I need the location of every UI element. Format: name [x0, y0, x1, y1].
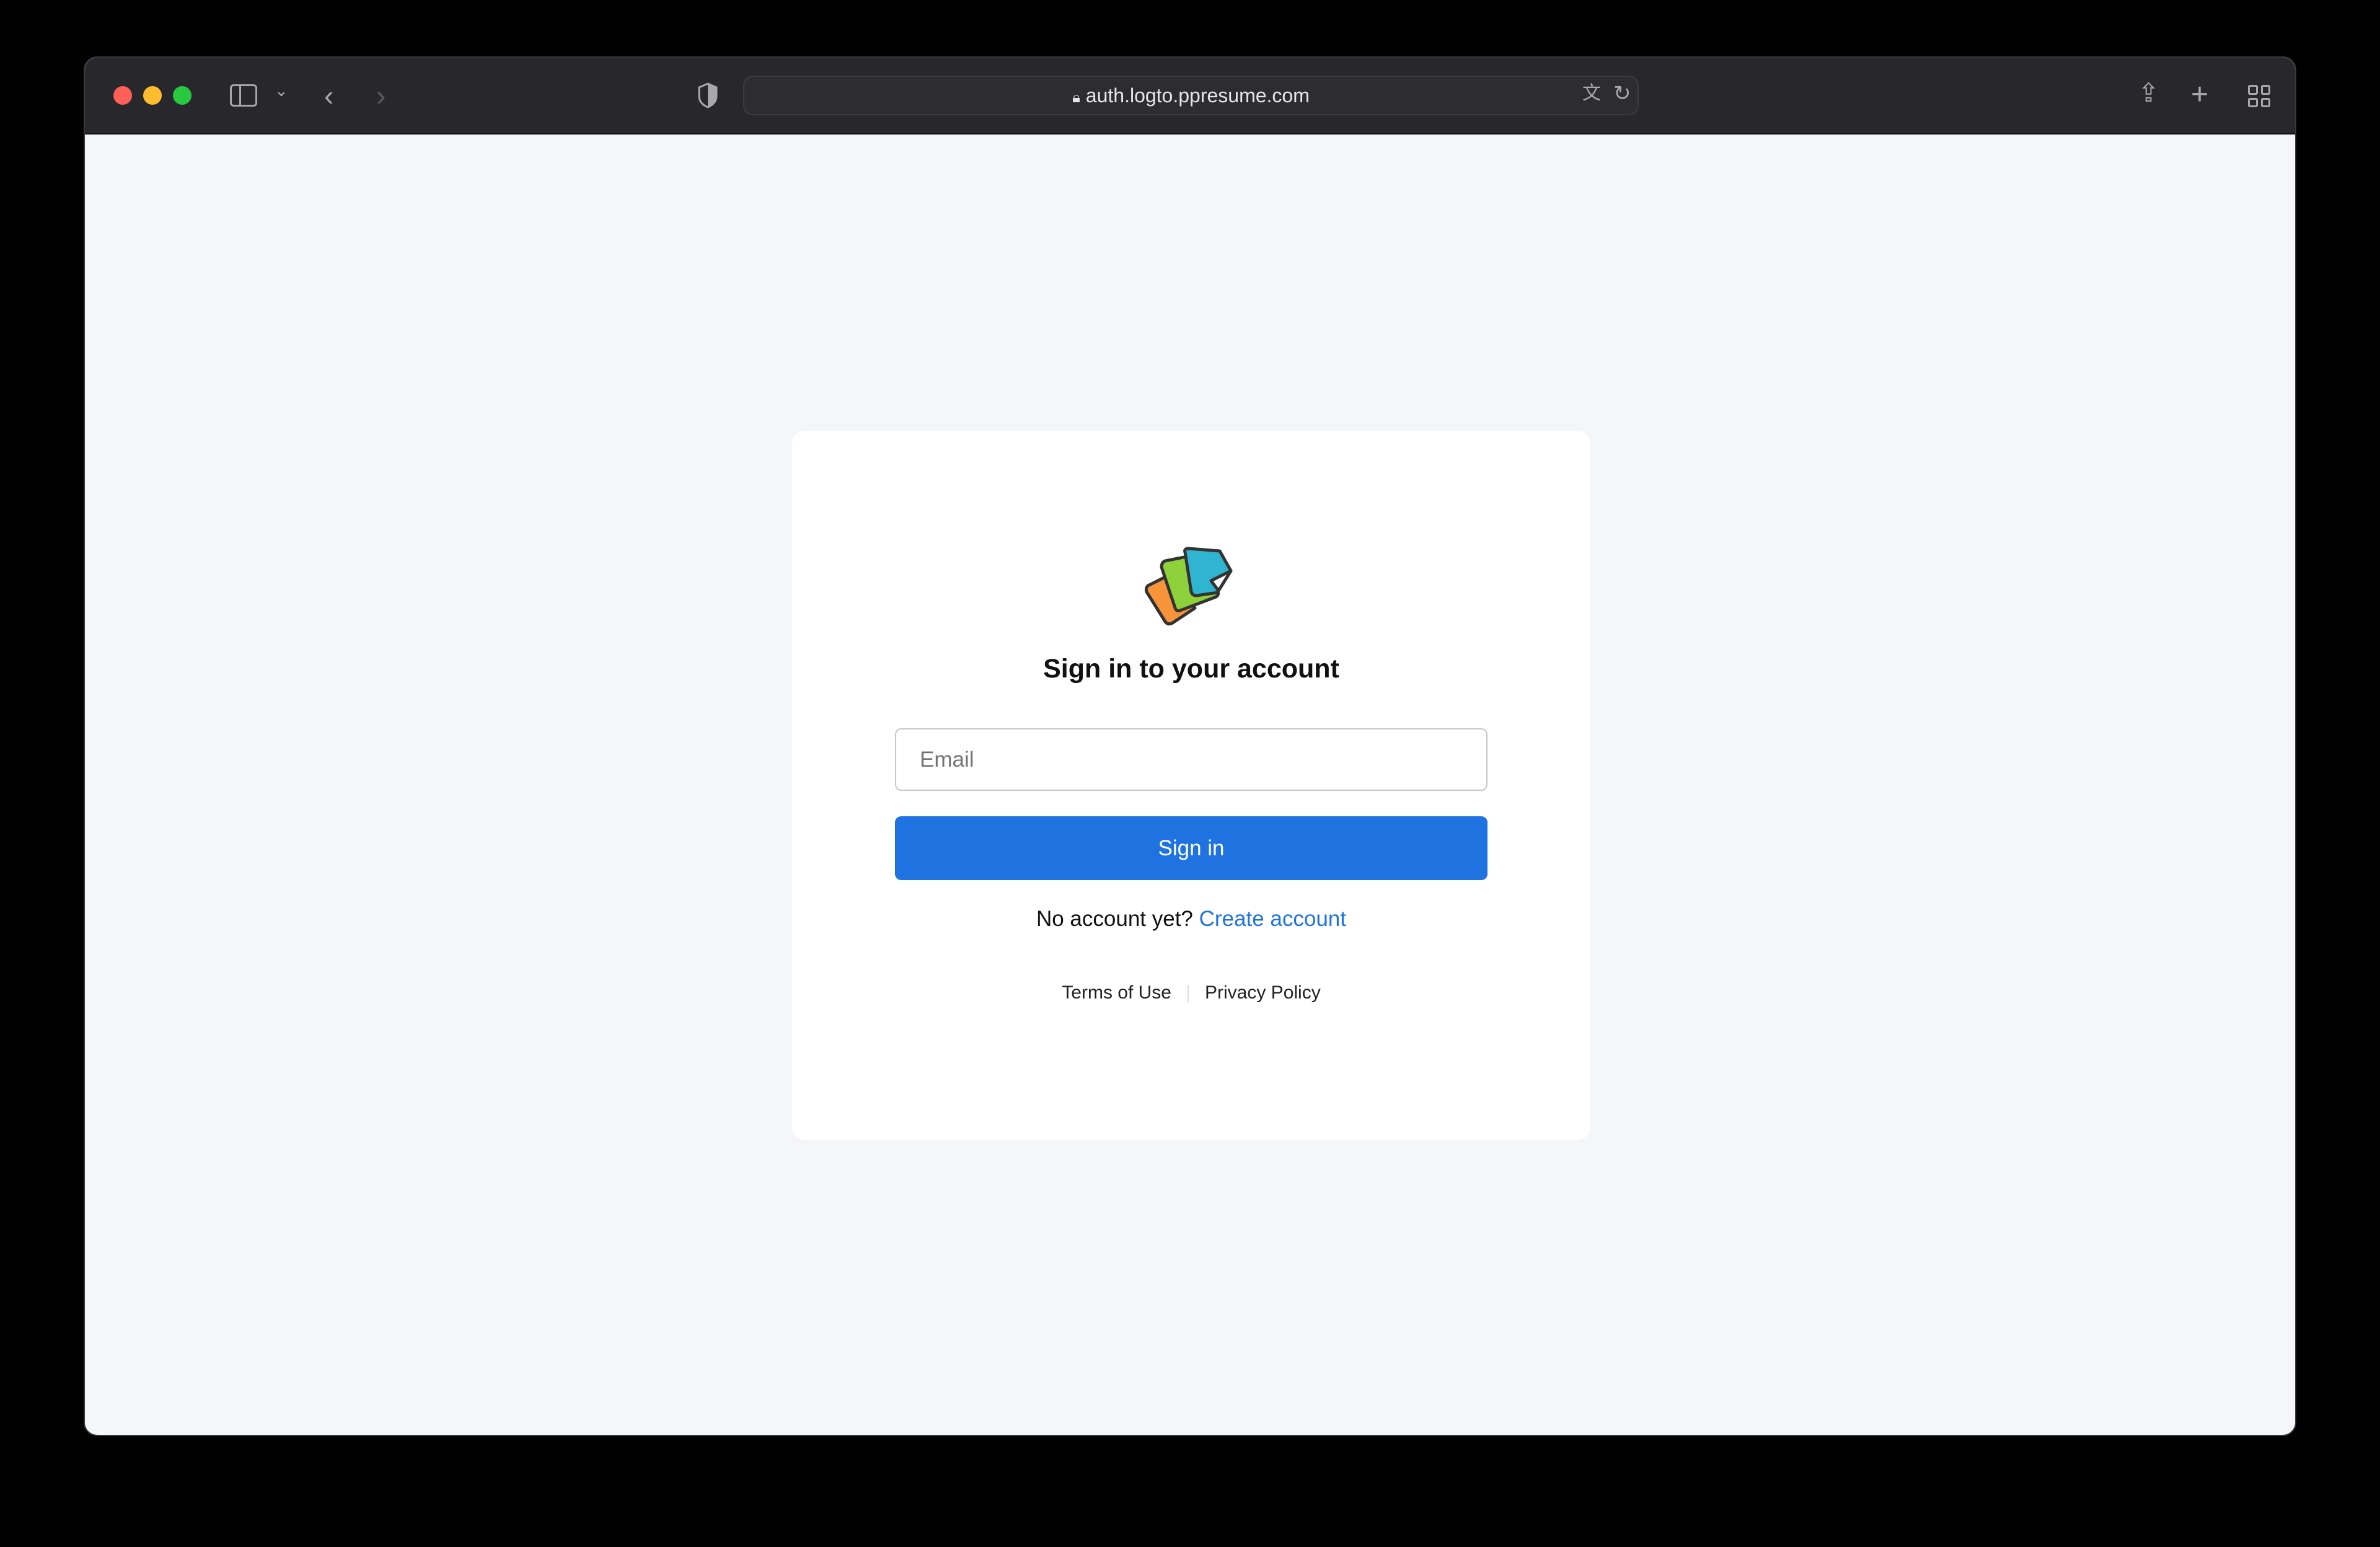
app-logo	[1144, 547, 1233, 626]
forward-icon[interactable]: ›	[376, 81, 386, 110]
no-account-text: No account yet?	[1036, 907, 1193, 931]
translate-icon[interactable]: 文	[1582, 84, 1601, 103]
sidebar-icon[interactable]	[230, 84, 257, 107]
browser-window: ⌄ ‹ › 🔒︎ auth.logto.ppresume.com 文 ↻ ⇪ +…	[84, 56, 2296, 1436]
back-icon[interactable]: ‹	[324, 81, 333, 110]
share-icon[interactable]: ⇪	[2138, 80, 2159, 106]
footer-links: Terms of Use Privacy Policy	[792, 982, 1590, 1003]
maximize-window-button[interactable]	[173, 86, 192, 105]
terms-of-use-link[interactable]: Terms of Use	[1062, 982, 1171, 1003]
address-bar[interactable]: 🔒︎ auth.logto.ppresume.com 文 ↻	[743, 76, 1639, 115]
url-text: 🔒︎ auth.logto.ppresume.com	[744, 84, 1637, 107]
browser-toolbar: ⌄ ‹ › 🔒︎ auth.logto.ppresume.com 文 ↻ ⇪ +	[85, 58, 2295, 134]
chevron-down-icon[interactable]: ⌄	[275, 82, 288, 99]
email-input[interactable]	[895, 728, 1488, 791]
create-account-link[interactable]: Create account	[1199, 907, 1346, 931]
signin-card: Sign in to your account Sign in No accou…	[792, 431, 1590, 1140]
page-title: Sign in to your account	[1043, 654, 1339, 684]
sign-in-button[interactable]: Sign in	[895, 816, 1488, 880]
no-account-row: No account yet? Create account	[792, 907, 1590, 932]
reload-icon[interactable]: ↻	[1613, 83, 1631, 104]
new-tab-icon[interactable]: +	[2191, 80, 2208, 110]
privacy-shield-icon[interactable]	[697, 82, 718, 108]
url-value: auth.logto.ppresume.com	[1085, 84, 1310, 107]
close-window-button[interactable]	[113, 86, 132, 105]
tab-overview-icon[interactable]	[2248, 85, 2270, 107]
footer-divider	[1188, 985, 1189, 1003]
privacy-policy-link[interactable]: Privacy Policy	[1205, 982, 1321, 1003]
minimize-window-button[interactable]	[143, 86, 162, 105]
lock-icon: 🔒︎	[1072, 89, 1080, 106]
